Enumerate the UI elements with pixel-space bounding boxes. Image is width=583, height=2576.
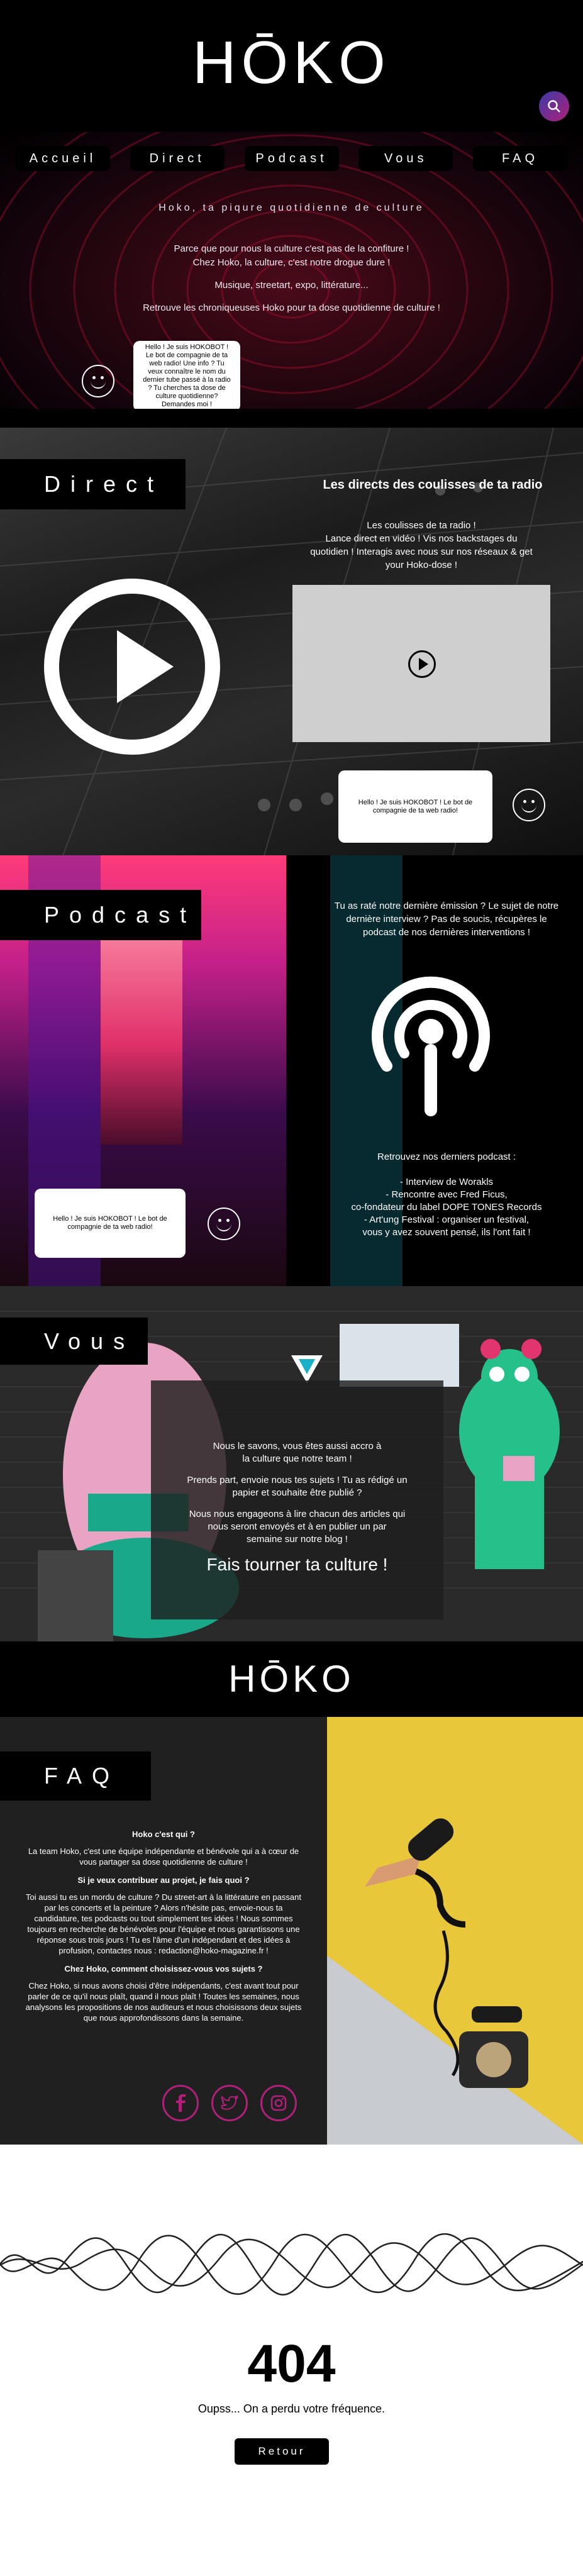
direct-line: Lance direct en vidéo ! Vis nos backstag…	[325, 533, 518, 544]
faq-question: Chez Hoko, comment choisissez-vous vos s…	[64, 1964, 263, 1974]
faq-answer: Chez Hoko, si nous avons choisi d'être i…	[25, 1981, 302, 2023]
hero-section: Accueil Direct Podcast Vous FAQ Hoko, ta…	[0, 132, 583, 409]
direct-line: your Hoko-dose !	[385, 560, 458, 570]
video-play-icon[interactable]	[408, 650, 436, 678]
twitter-icon[interactable]	[211, 2085, 248, 2121]
hokobot-icon[interactable]	[513, 789, 545, 821]
telephone-image	[327, 1717, 583, 2145]
play-icon[interactable]	[44, 579, 220, 755]
live-video-player[interactable]	[292, 585, 550, 742]
podcast-label: Podcast	[0, 890, 201, 940]
vous-label: Vous	[0, 1318, 148, 1365]
error-message: Oupss... On a perdu votre fréquence.	[197, 2402, 386, 2415]
hokobot-bubble[interactable]: Hello ! Je suis HOKOBOT ! Le bot de comp…	[133, 341, 240, 409]
podcast-section: Podcast Tu as raté notre dernière émissi…	[0, 855, 583, 1286]
hero-line: Parce que pour nous la culture c'est pas…	[174, 243, 409, 254]
logo-band: HŌKO	[0, 1641, 583, 1717]
vous-text: Nous nous engageons à lire chacun des ar…	[189, 1509, 406, 1545]
error-code: 404	[247, 2334, 336, 2393]
hero-line: Musique, streetart, expo, littérature...	[214, 280, 369, 291]
hero-text: Parce que pour nous la culture c'est pas…	[0, 242, 583, 324]
faq-content: Hoko c'est qui ? La team Hoko, c'est une…	[25, 1824, 302, 2031]
facebook-icon[interactable]	[162, 2085, 199, 2121]
faq-label: FAQ	[0, 1752, 151, 1801]
direct-label: Direct	[0, 459, 186, 509]
error-section: 404 Oupss... On a perdu votre fréquence.…	[0, 2145, 583, 2576]
main-nav: Accueil Direct Podcast Vous FAQ	[16, 146, 567, 171]
faq-question: Si je veux contribuer au projet, je fais…	[77, 1875, 250, 1885]
back-button[interactable]: Retour	[235, 2438, 329, 2465]
vous-text: Prends part, envoie nous tes sujets ! Tu…	[187, 1475, 408, 1498]
podcast-item[interactable]: - Rencontre avec Fred Ficus,	[311, 1189, 582, 1201]
social-links	[162, 2085, 297, 2121]
faq-section: FAQ Hoko c'est qui ? La team Hoko, c'est…	[0, 1717, 583, 2145]
nav-vous[interactable]: Vous	[358, 146, 453, 171]
search-button[interactable]	[539, 91, 569, 121]
site-logo[interactable]: HŌKO	[192, 28, 391, 97]
site-logo-small[interactable]: HŌKO	[228, 1657, 355, 1701]
podcast-item[interactable]: - Interview de Worakls	[311, 1176, 582, 1189]
hero-line: Retrouve les chroniqueuses Hoko pour ta …	[143, 303, 440, 313]
hokobot-icon[interactable]	[208, 1208, 240, 1240]
faq-answer: La team Hoko, c'est une équipe indépenda…	[28, 1846, 299, 1867]
hero-tagline: Hoko, ta piqure quotidienne de culture	[158, 203, 425, 213]
hero-line: Chez Hoko, la culture, c'est notre drogu…	[192, 257, 391, 268]
podcast-list-title: Retrouvez nos derniers podcast :	[377, 1152, 516, 1162]
search-icon	[548, 100, 560, 113]
nav-accueil[interactable]: Accueil	[16, 146, 110, 171]
nav-direct[interactable]: Direct	[130, 146, 225, 171]
faq-answer: Toi aussi tu es un mordu de culture ? Du…	[26, 1892, 301, 1955]
podcast-item[interactable]: vous y avez souvent pensé, ils l'ont fai…	[311, 1226, 582, 1239]
podcast-item[interactable]: co-fondateur du label DOPE TONES Records	[311, 1201, 582, 1214]
podcast-icon	[372, 976, 490, 1116]
vous-section: Vous Nous le savons, vous êtes aussi acc…	[0, 1286, 583, 1641]
direct-title: Les directs des coulisses de ta radio	[323, 478, 543, 492]
hokobot-bubble[interactable]: Hello ! Je suis HOKOBOT ! Le bot de comp…	[338, 770, 492, 843]
nav-faq[interactable]: FAQ	[473, 146, 567, 171]
vous-text: Nous le savons, vous êtes aussi accro à …	[213, 1441, 382, 1464]
direct-line: Les coulisses de ta radio !	[367, 520, 476, 531]
podcast-list: Retrouvez nos derniers podcast : - Inter…	[311, 1151, 582, 1239]
podcast-item[interactable]: - Art'ung Festival : organiser un festiv…	[311, 1214, 582, 1226]
direct-section: Direct Les directs des coulisses de ta r…	[0, 428, 583, 855]
sound-wave-graphic	[0, 2233, 583, 2296]
vous-cta-link[interactable]: Fais tourner ta culture !	[151, 1556, 443, 1574]
instagram-icon[interactable]	[260, 2085, 297, 2121]
direct-text: Les coulisses de ta radio ! Lance direct…	[289, 519, 553, 572]
hokobot-icon[interactable]	[82, 365, 114, 397]
vous-card: Nous le savons, vous êtes aussi accro à …	[151, 1380, 443, 1619]
telephone-illustration	[365, 1818, 528, 2088]
hokobot-bubble[interactable]: Hello ! Je suis HOKOBOT ! Le bot de comp…	[35, 1189, 186, 1258]
direct-line: quotidien ! Interagis avec nous sur nos …	[310, 547, 533, 557]
nav-podcast[interactable]: Podcast	[244, 146, 339, 171]
faq-question: Hoko c'est qui ?	[132, 1829, 195, 1839]
podcast-intro: Tu as raté notre dernière émission ? Le …	[334, 901, 559, 938]
site-header: HŌKO	[0, 0, 583, 132]
